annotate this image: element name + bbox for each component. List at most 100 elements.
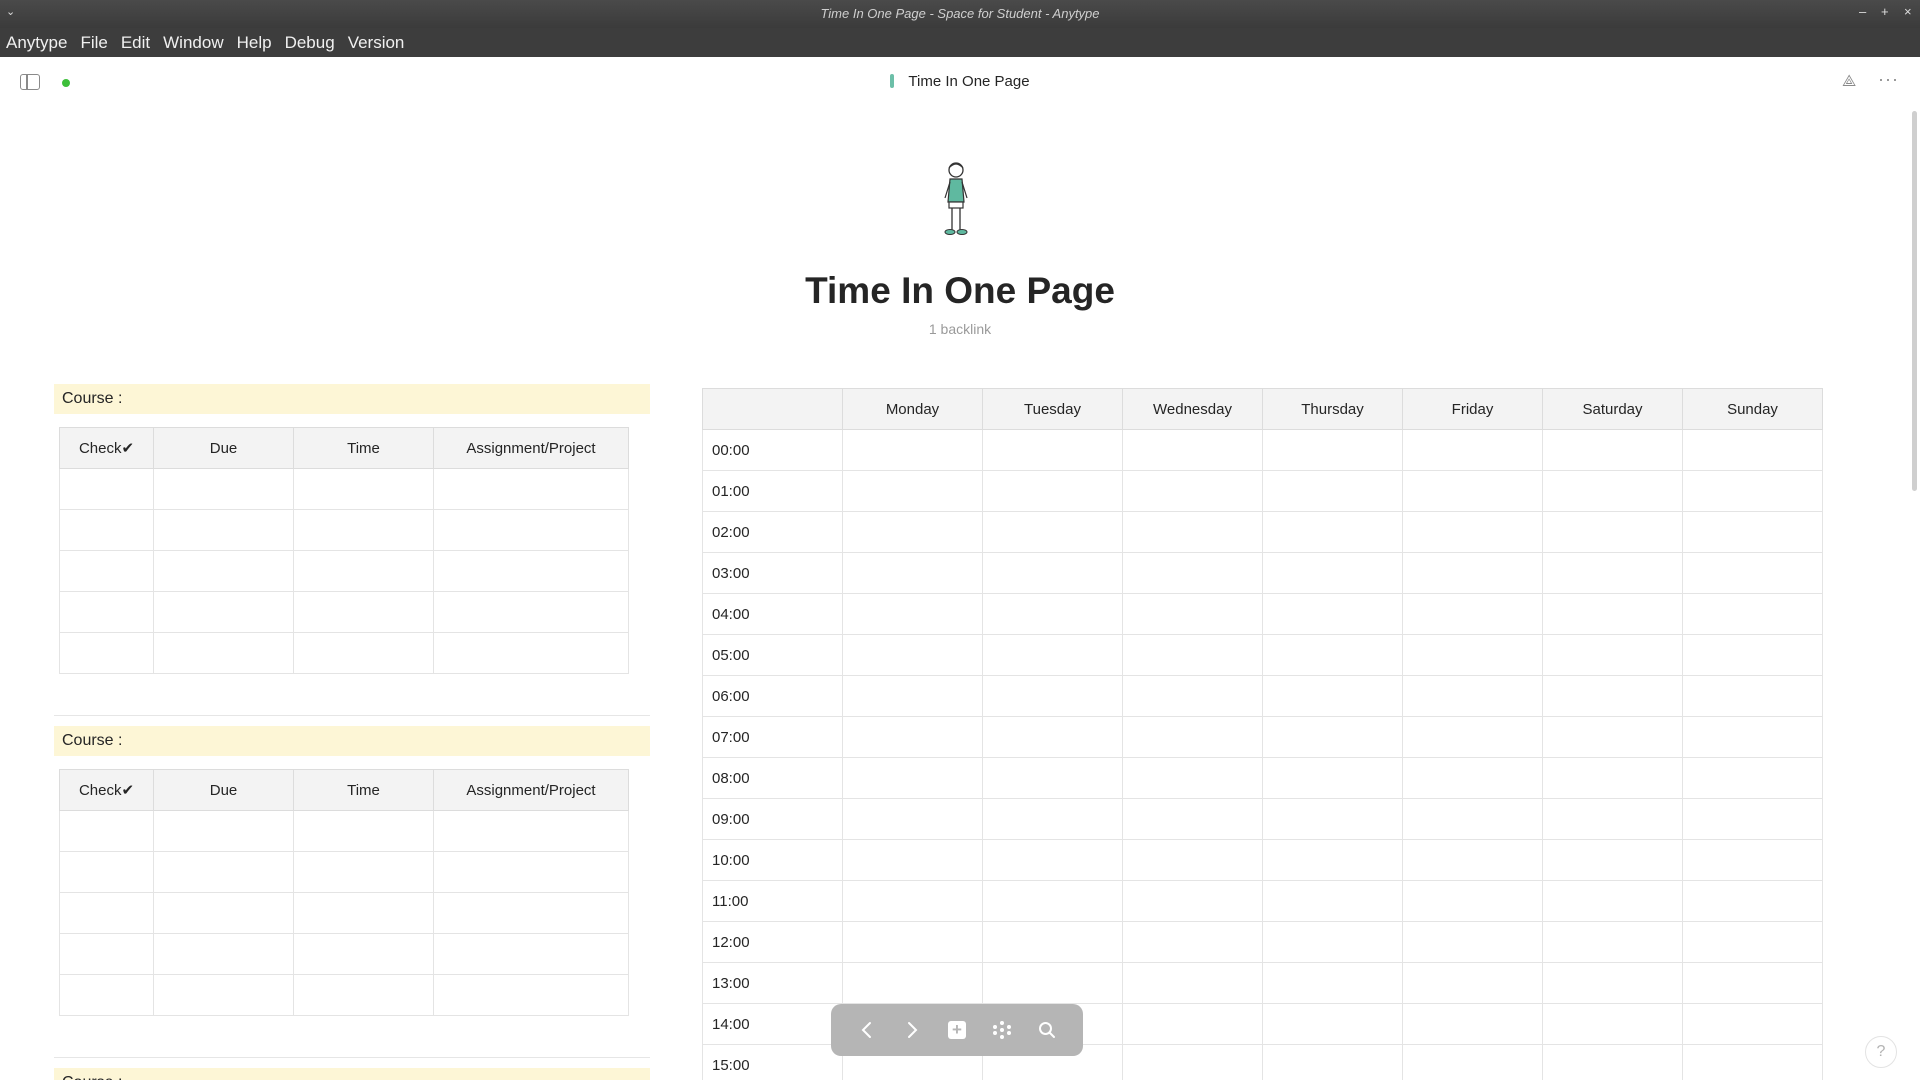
menu-debug[interactable]: Debug	[285, 33, 335, 53]
day-header[interactable]: Friday	[1402, 388, 1543, 430]
table-cell[interactable]	[433, 851, 629, 893]
table-cell[interactable]	[59, 632, 154, 674]
course-table[interactable]: Check✔ Due Time Assignment/Project	[59, 427, 629, 674]
table-cell[interactable]	[153, 892, 294, 934]
table-cell[interactable]	[982, 716, 1123, 758]
table-cell[interactable]	[842, 511, 983, 553]
table-cell[interactable]	[1542, 1044, 1683, 1080]
table-cell[interactable]	[433, 591, 629, 633]
table-cell[interactable]	[153, 810, 294, 852]
column-header[interactable]: Time	[293, 769, 434, 811]
table-cell[interactable]	[1542, 716, 1683, 758]
hour-cell[interactable]: 12:00	[702, 921, 843, 963]
table-cell[interactable]	[433, 810, 629, 852]
table-cell[interactable]	[1122, 429, 1263, 471]
table-cell[interactable]	[982, 839, 1123, 881]
table-cell[interactable]	[59, 509, 154, 551]
table-cell[interactable]	[1402, 429, 1543, 471]
table-cell[interactable]	[293, 550, 434, 592]
table-cell[interactable]	[59, 810, 154, 852]
weekly-timetable[interactable]: Monday Tuesday Wednesday Thursday Friday…	[702, 388, 1823, 1080]
plus-icon[interactable]: +	[941, 1014, 973, 1046]
hour-cell[interactable]: 05:00	[702, 634, 843, 676]
table-cell[interactable]	[293, 974, 434, 1016]
table-cell[interactable]	[153, 933, 294, 975]
table-cell[interactable]	[982, 470, 1123, 512]
table-cell[interactable]	[293, 591, 434, 633]
table-cell[interactable]	[1262, 880, 1403, 922]
table-cell[interactable]	[1682, 593, 1823, 635]
table-cell[interactable]	[1122, 921, 1263, 963]
table-cell[interactable]	[433, 468, 629, 510]
table-cell[interactable]	[153, 591, 294, 633]
hour-cell[interactable]: 10:00	[702, 839, 843, 881]
table-cell[interactable]	[1122, 511, 1263, 553]
table-cell[interactable]	[1262, 593, 1403, 635]
table-cell[interactable]	[1542, 880, 1683, 922]
table-cell[interactable]	[1402, 716, 1543, 758]
table-cell[interactable]	[842, 552, 983, 594]
day-header[interactable]: Wednesday	[1122, 388, 1263, 430]
table-cell[interactable]	[982, 880, 1123, 922]
table-cell[interactable]	[842, 593, 983, 635]
minimize-icon[interactable]: –	[1859, 4, 1866, 19]
table-cell[interactable]	[982, 593, 1123, 635]
table-cell[interactable]	[1682, 552, 1823, 594]
table-cell[interactable]	[1542, 962, 1683, 1004]
table-cell[interactable]	[293, 509, 434, 551]
table-cell[interactable]	[1682, 470, 1823, 512]
hour-cell[interactable]: 02:00	[702, 511, 843, 553]
column-header[interactable]: Assignment/Project	[433, 769, 629, 811]
table-cell[interactable]	[1682, 1044, 1823, 1080]
table-cell[interactable]	[842, 798, 983, 840]
relations-icon[interactable]: ⟁	[1842, 73, 1856, 91]
table-cell[interactable]	[1542, 593, 1683, 635]
table-cell[interactable]	[1262, 1044, 1403, 1080]
table-cell[interactable]	[1542, 511, 1683, 553]
hour-cell[interactable]: 03:00	[702, 552, 843, 594]
table-cell[interactable]	[1122, 757, 1263, 799]
table-cell[interactable]	[842, 839, 983, 881]
day-header[interactable]: Monday	[842, 388, 983, 430]
table-cell[interactable]	[1542, 839, 1683, 881]
table-cell[interactable]	[1682, 511, 1823, 553]
column-header[interactable]: Assignment/Project	[433, 427, 629, 469]
table-cell[interactable]	[433, 974, 629, 1016]
table-cell[interactable]	[433, 632, 629, 674]
table-cell[interactable]	[59, 468, 154, 510]
table-cell[interactable]	[1262, 634, 1403, 676]
table-cell[interactable]	[982, 757, 1123, 799]
table-cell[interactable]	[1262, 716, 1403, 758]
table-cell[interactable]	[293, 851, 434, 893]
table-cell[interactable]	[1262, 921, 1403, 963]
table-cell[interactable]	[982, 634, 1123, 676]
table-cell[interactable]	[59, 851, 154, 893]
menu-version[interactable]: Version	[348, 33, 405, 53]
column-header[interactable]: Due	[153, 769, 294, 811]
course-table[interactable]: Check✔ Due Time Assignment/Project	[59, 769, 629, 1016]
maximize-icon[interactable]: +	[1881, 4, 1889, 19]
table-cell[interactable]	[293, 468, 434, 510]
table-cell[interactable]	[1682, 634, 1823, 676]
table-cell[interactable]	[1542, 798, 1683, 840]
table-cell[interactable]	[1402, 757, 1543, 799]
table-cell[interactable]	[1122, 880, 1263, 922]
table-cell[interactable]	[842, 962, 983, 1004]
table-cell[interactable]	[1682, 675, 1823, 717]
table-cell[interactable]	[1262, 757, 1403, 799]
column-header[interactable]: Check✔	[59, 427, 154, 469]
course-label[interactable]: Course :	[54, 1068, 650, 1080]
table-cell[interactable]	[1122, 593, 1263, 635]
table-cell[interactable]	[842, 921, 983, 963]
table-cell[interactable]	[1402, 798, 1543, 840]
table-cell[interactable]	[1682, 716, 1823, 758]
table-cell[interactable]	[293, 892, 434, 934]
hour-cell[interactable]: 11:00	[702, 880, 843, 922]
table-cell[interactable]	[842, 880, 983, 922]
table-cell[interactable]	[433, 933, 629, 975]
menu-window[interactable]: Window	[163, 33, 223, 53]
day-header[interactable]: Saturday	[1542, 388, 1683, 430]
table-cell[interactable]	[59, 974, 154, 1016]
table-cell[interactable]	[59, 933, 154, 975]
back-icon[interactable]	[851, 1014, 883, 1046]
